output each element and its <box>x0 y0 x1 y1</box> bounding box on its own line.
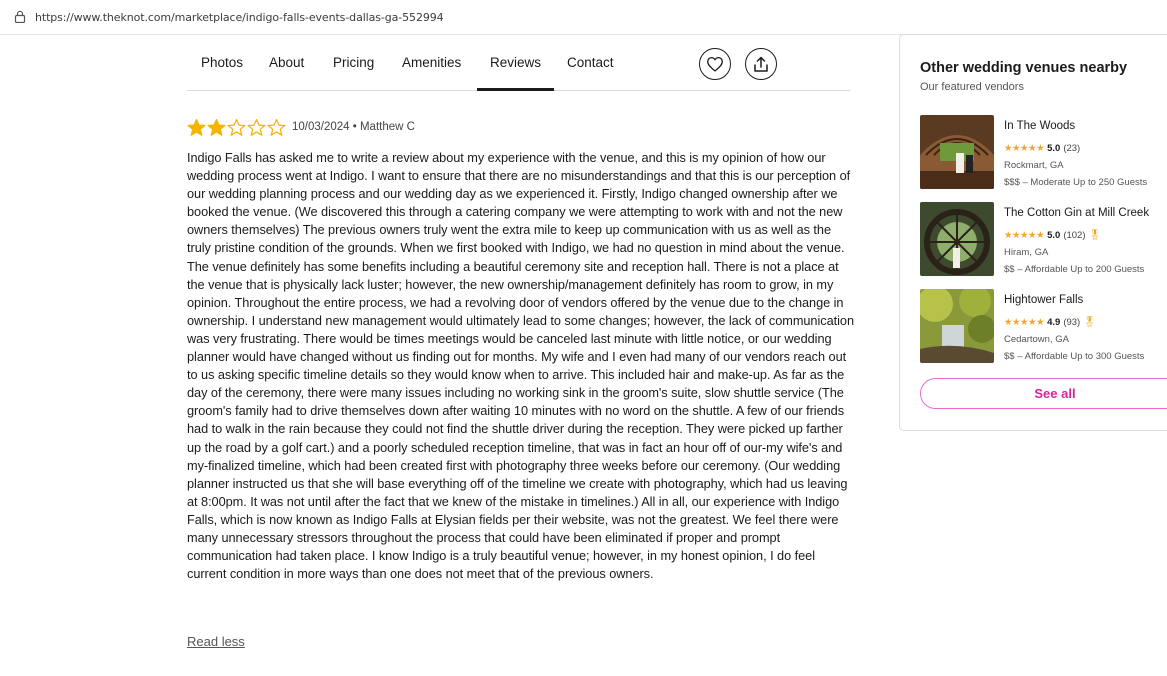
star-icons: ★★★★★ <box>1004 317 1045 328</box>
venue-photo <box>920 202 994 276</box>
url-text: https://www.theknot.com/marketplace/indi… <box>35 11 444 24</box>
venue-card-cotton-gin[interactable]: The Cotton Gin at Mill Creek ★★★★★ 5.0 (… <box>920 202 1167 277</box>
heart-icon <box>707 56 723 72</box>
share-icon <box>754 56 768 72</box>
nearby-venues-subtitle: Our featured vendors <box>920 81 1024 93</box>
review-count: (93) <box>1063 317 1081 328</box>
star-icons: ★★★★★ <box>1004 143 1045 154</box>
star-empty-icon <box>267 118 286 136</box>
award-ribbon-icon: 🎖 <box>1083 317 1096 328</box>
review-text: Indigo Falls has asked me to write a rev… <box>187 150 854 582</box>
venue-rating: ★★★★★ 5.0 (23) <box>1004 143 1080 154</box>
venue-rating: ★★★★★ 4.9 (93) 🎖 <box>1004 317 1096 328</box>
tab-amenities[interactable]: Amenities <box>402 55 461 70</box>
rating-value: 5.0 <box>1047 230 1061 241</box>
venue-rating: ★★★★★ 5.0 (102) 🎖 <box>1004 230 1101 241</box>
star-filled-icon <box>207 118 226 136</box>
lock-icon <box>14 10 26 23</box>
venue-location: Hiram, GA <box>1004 247 1049 258</box>
tab-pricing[interactable]: Pricing <box>333 55 374 70</box>
star-empty-icon <box>227 118 246 136</box>
rating-value: 5.0 <box>1047 143 1061 154</box>
review-count: (102) <box>1063 230 1086 241</box>
venue-price-capacity: $$ – Affordable Up to 200 Guests <box>1004 264 1145 275</box>
star-filled-icon <box>187 118 206 136</box>
star-empty-icon <box>247 118 266 136</box>
venue-name: In The Woods <box>1004 120 1076 132</box>
tab-about[interactable]: About <box>269 55 304 70</box>
tab-photos[interactable]: Photos <box>201 55 243 70</box>
venue-card-in-the-woods[interactable]: In The Woods ★★★★★ 5.0 (23) Rockmart, GA… <box>920 115 1167 190</box>
award-ribbon-icon: 🎖 <box>1088 230 1102 241</box>
review-star-rating <box>187 118 286 137</box>
address-bar[interactable]: https://www.theknot.com/marketplace/indi… <box>0 0 1167 35</box>
venue-price-capacity: $$ – Affordable Up to 300 Guests <box>1004 351 1145 362</box>
rating-value: 4.9 <box>1047 317 1061 328</box>
star-icons: ★★★★★ <box>1004 230 1045 241</box>
tab-contact[interactable]: Contact <box>567 55 614 70</box>
venue-name: The Cotton Gin at Mill Creek <box>1004 207 1150 219</box>
nearby-venues-panel: Other wedding venues nearby Our featured… <box>899 34 1167 431</box>
review-meta: 10/03/2024 • Matthew C <box>292 121 415 133</box>
venue-photo <box>920 289 994 363</box>
nearby-venues-title: Other wedding venues nearby <box>920 60 1128 76</box>
favorite-button[interactable] <box>699 48 731 80</box>
venue-location: Cedartown, GA <box>1004 334 1069 345</box>
review-count: (23) <box>1063 143 1081 154</box>
venue-photo <box>920 115 994 189</box>
venue-price-capacity: $$$ – Moderate Up to 250 Guests <box>1004 177 1148 188</box>
see-all-button[interactable]: See all <box>920 378 1167 409</box>
venue-name: Hightower Falls <box>1004 294 1084 306</box>
venue-location: Rockmart, GA <box>1004 160 1064 171</box>
tab-reviews[interactable]: Reviews <box>476 55 555 91</box>
share-button[interactable] <box>745 48 777 80</box>
venue-card-hightower-falls[interactable]: Hightower Falls ★★★★★ 4.9 (93) 🎖 Cedarto… <box>920 289 1167 364</box>
read-less-link[interactable]: Read less <box>187 634 245 649</box>
